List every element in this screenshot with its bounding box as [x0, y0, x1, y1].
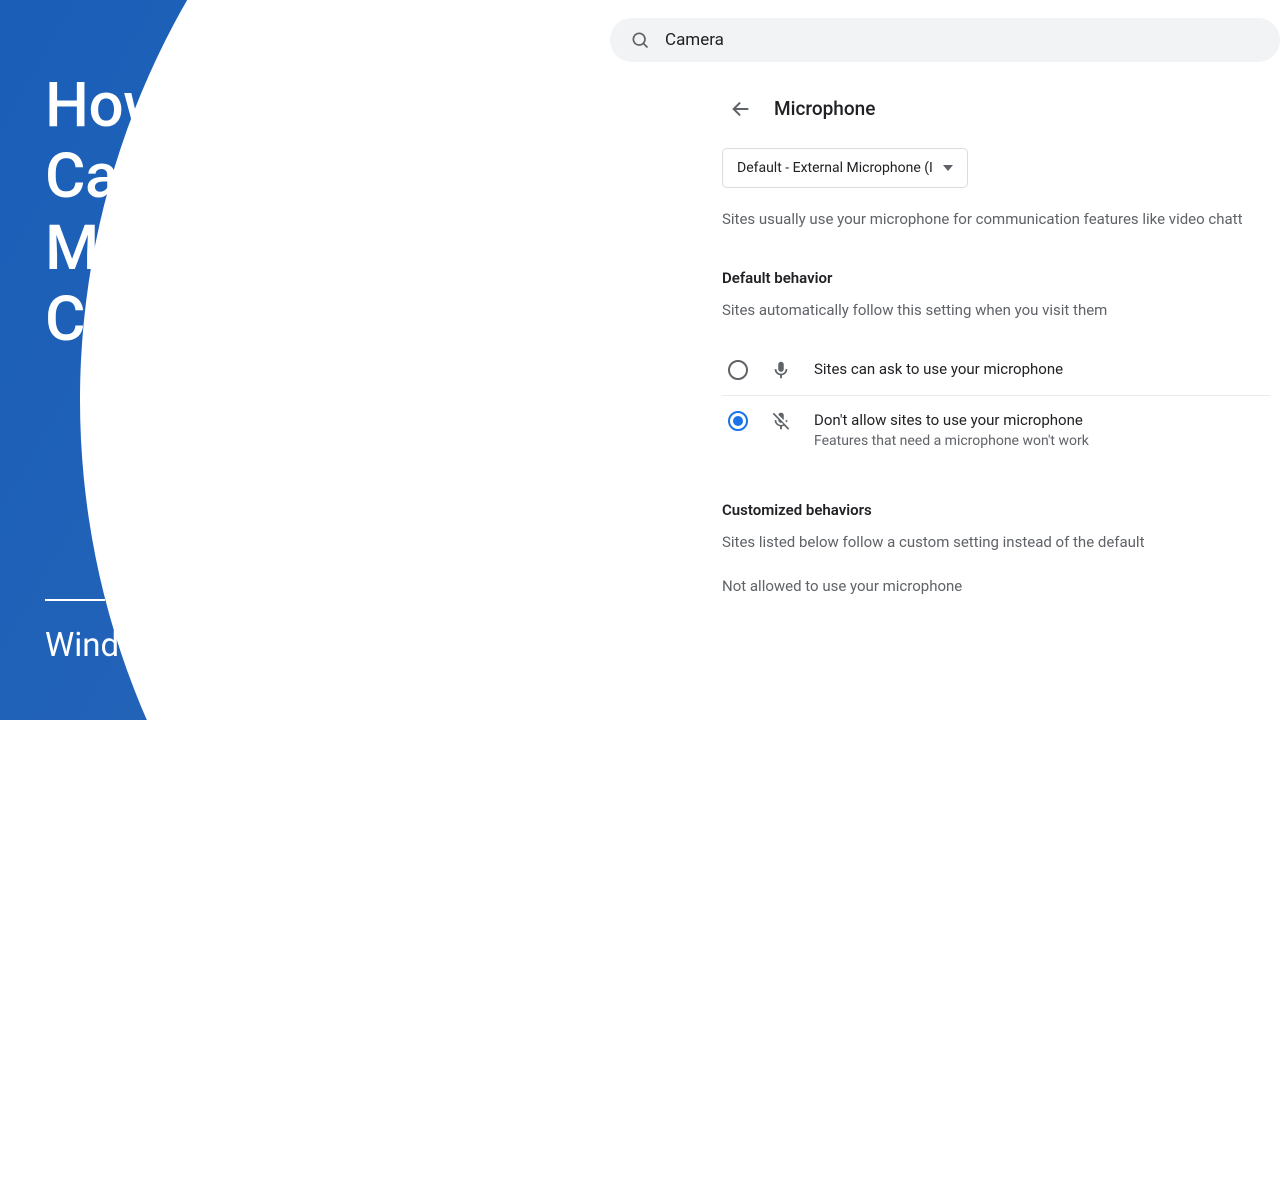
tutorial-title: How to Allow Your Camera and Microphone …	[45, 70, 685, 355]
microphone-icon	[770, 359, 792, 381]
not-allowed-label: Not allowed to use your microphone	[722, 577, 1270, 595]
microphone-off-icon	[770, 410, 792, 432]
default-behavior-heading: Default behavior	[722, 269, 1270, 287]
radio-option-block-label: Don't allow sites to use your microphone	[814, 410, 1089, 432]
search-icon	[630, 30, 650, 50]
page-title: Microphone	[774, 97, 875, 120]
search-input-value: Camera	[665, 30, 724, 50]
microphone-device-dropdown[interactable]: Default - External Microphone (I	[722, 148, 968, 188]
radio-option-block-sub: Features that need a microphone won't wo…	[814, 433, 1089, 449]
back-arrow-icon[interactable]	[730, 98, 752, 120]
tutorial-subtitle: Windows Tutorial	[45, 626, 298, 665]
subtitle-block: Windows Tutorial	[45, 599, 298, 665]
radio-option-ask[interactable]: Sites can ask to use your microphone	[722, 345, 1270, 396]
radio-unchecked	[728, 360, 748, 380]
microphone-description: Sites usually use your microphone for co…	[722, 208, 1270, 231]
default-behavior-sub: Sites automatically follow this setting …	[722, 301, 1270, 319]
chevron-down-icon	[943, 165, 953, 171]
page-header: Microphone	[700, 62, 1280, 148]
radio-option-ask-label: Sites can ask to use your microphone	[814, 359, 1063, 381]
radio-checked	[728, 411, 748, 431]
settings-content: Default - External Microphone (I Sites u…	[700, 148, 1280, 595]
customized-behaviors-sub: Sites listed below follow a custom setti…	[722, 533, 1270, 551]
divider	[45, 599, 105, 601]
dropdown-label: Default - External Microphone (I	[737, 160, 933, 176]
title-block: How to Allow Your Camera and Microphone …	[45, 70, 685, 355]
search-bar[interactable]: Camera	[610, 18, 1280, 62]
customized-behaviors-heading: Customized behaviors	[722, 501, 1270, 519]
chrome-settings-panel: Camera Microphone Default - External Mic…	[700, 0, 1280, 720]
radio-option-block[interactable]: Don't allow sites to use your microphone…	[722, 396, 1270, 464]
